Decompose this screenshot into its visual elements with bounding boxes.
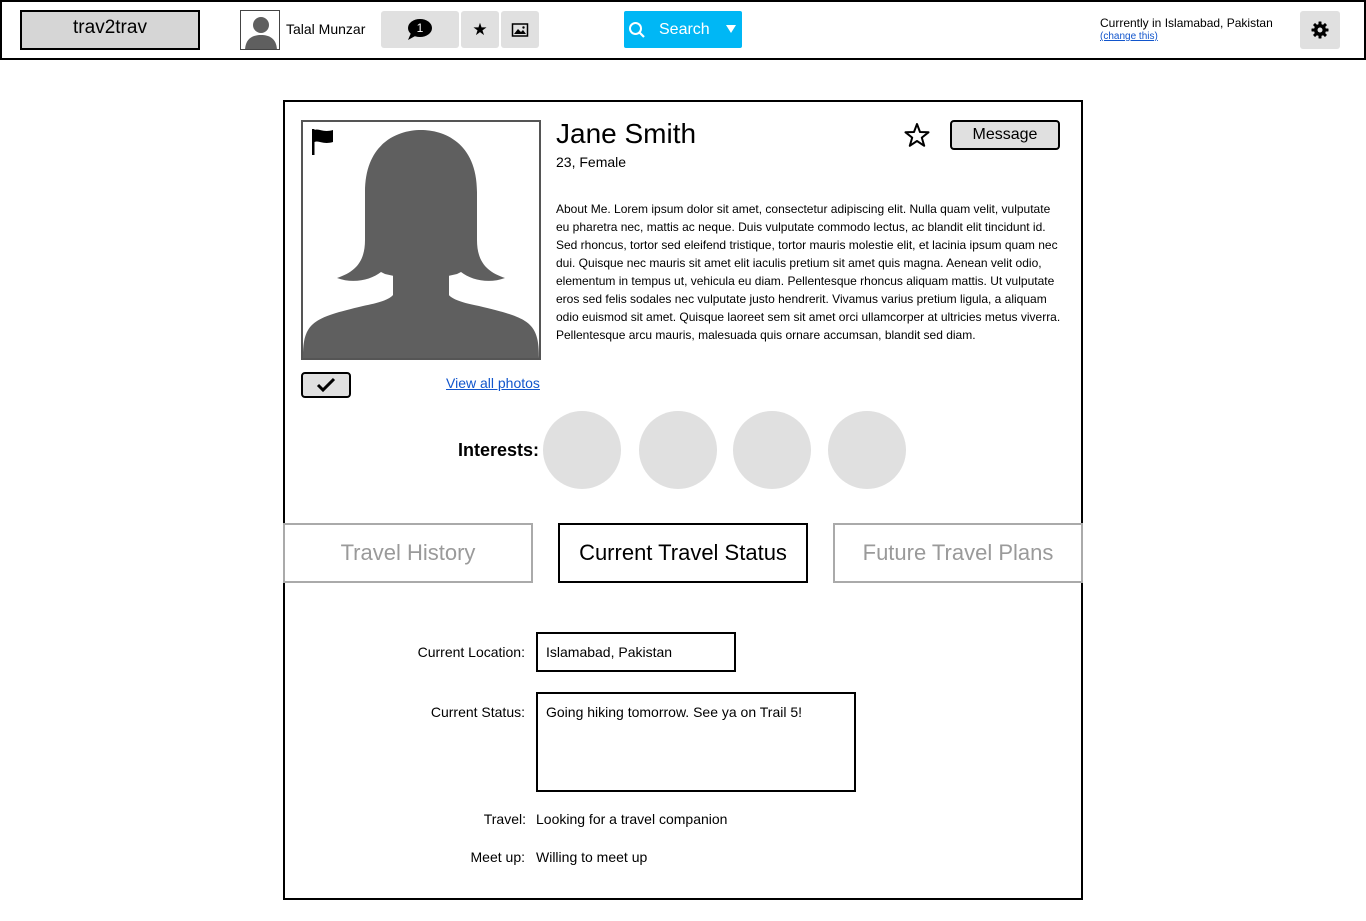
meetup-value: Willing to meet up [536, 849, 648, 865]
user-avatar[interactable] [240, 10, 280, 50]
profile-photo[interactable] [301, 120, 541, 360]
speech-bubble-icon: 1 [408, 18, 432, 40]
checkmark-icon [316, 377, 336, 393]
favorite-profile-button[interactable] [904, 122, 930, 148]
view-all-photos-link[interactable]: View all photos [446, 375, 540, 391]
interest-circle[interactable] [543, 411, 621, 489]
gear-icon [1311, 21, 1329, 39]
current-status-label: Current Status: [430, 704, 525, 720]
profile-age-gender: 23, Female [556, 154, 627, 170]
report-flag-icon[interactable] [311, 128, 335, 161]
current-location-label: Current Location: [417, 644, 525, 660]
settings-button[interactable] [1300, 11, 1340, 49]
user-name[interactable]: Talal Munzar [286, 21, 365, 37]
tab-current-travel-status[interactable]: Current Travel Status [558, 523, 808, 583]
change-location-link[interactable]: (change this) [1100, 31, 1158, 42]
profile-name: Jane Smith [556, 118, 697, 149]
female-silhouette-icon [303, 130, 539, 358]
tab-travel-history[interactable]: Travel History [283, 523, 533, 583]
app-logo[interactable]: trav2trav [20, 10, 200, 50]
meetup-label: Meet up: [470, 849, 525, 865]
search-button[interactable]: Search [624, 11, 742, 48]
star-outline-icon [904, 123, 930, 147]
interest-circle[interactable] [639, 411, 717, 489]
current-status-value: Going hiking tomorrow. See ya on Trail 5… [546, 704, 803, 720]
verify-button[interactable] [301, 372, 351, 398]
image-icon [511, 22, 529, 37]
search-label: Search [659, 21, 710, 38]
interests-label: Interests: [458, 440, 540, 460]
current-status-field[interactable]: Going hiking tomorrow. See ya on Trail 5… [536, 692, 856, 792]
about-me-text: About Me. Lorem ipsum dolor sit amet, co… [556, 202, 1061, 342]
user-silhouette-icon [245, 17, 277, 49]
current-location-text: Currently in Islamabad, Pakistan [1100, 16, 1273, 30]
travel-value: Looking for a travel companion [536, 811, 728, 827]
interest-circle[interactable] [733, 411, 811, 489]
star-icon: ★ [472, 19, 488, 39]
message-count: 1 [417, 21, 424, 35]
message-button[interactable]: Message [950, 120, 1060, 150]
photos-button[interactable] [501, 11, 539, 48]
current-location-value: Islamabad, Pakistan [546, 644, 673, 660]
messages-button[interactable]: 1 [381, 11, 459, 48]
interest-circle[interactable] [828, 411, 906, 489]
tab-future-travel-plans[interactable]: Future Travel Plans [833, 523, 1083, 583]
chevron-down-icon[interactable] [726, 25, 736, 33]
search-icon [629, 22, 645, 38]
favorites-button[interactable]: ★ [461, 11, 499, 48]
travel-label: Travel: [483, 811, 526, 827]
current-location-field[interactable]: Islamabad, Pakistan [536, 632, 736, 672]
